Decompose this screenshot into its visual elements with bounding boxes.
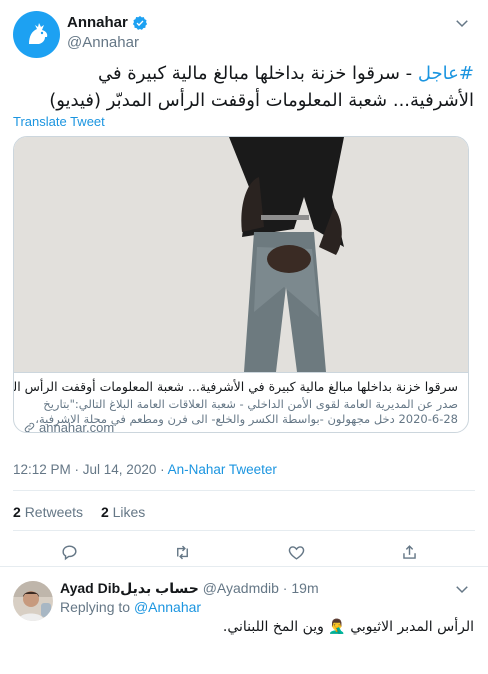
divider [13, 490, 475, 491]
reply-icon [61, 544, 77, 560]
share-icon [402, 544, 416, 559]
tweet-text: #عاجل - سرقوا خزنة بداخلها مبالغ مالية ك… [13, 60, 474, 114]
retweets-label: Retweets [24, 504, 84, 520]
reply-tweet[interactable]: Ayad Dibحساب بديل @Ayadmdib · 19m Replyi… [0, 568, 488, 674]
reply-time[interactable]: 19m [291, 580, 318, 596]
card-domain-text: annahar.com [39, 420, 115, 433]
retweet-icon [176, 545, 188, 559]
author-name-row[interactable]: Annahar [67, 14, 148, 31]
rooster-logo-icon [28, 22, 47, 44]
likes-label: Likes [112, 504, 146, 520]
reply-text: الرأس المدبر الاثيوبي 🤦‍♂️ وين المخ اللب… [222, 619, 474, 635]
retweet-button[interactable] [170, 540, 194, 564]
retweets-stat[interactable]: 2 Retweets [13, 504, 83, 520]
author-handle[interactable]: @Annahar [67, 34, 139, 51]
reply-avatar-image [13, 581, 53, 621]
hashtag-link[interactable]: #عاجل [418, 63, 474, 84]
reply-separator: · [278, 580, 292, 596]
tweet-stats: 2 Retweets 2 Likes [13, 504, 145, 520]
tweet-body: - سرقوا خزنة بداخلها مبالغ مالية كبيرة ف… [49, 63, 474, 111]
reply-display-name[interactable]: Ayad Dibحساب بديل [60, 580, 199, 596]
link-icon [24, 422, 35, 432]
card-title[interactable]: سرقوا خزنة بداخلها مبالغ مالية كبيرة في … [14, 379, 458, 394]
card-domain[interactable]: annahar.com [23, 420, 115, 433]
annahar-avatar[interactable] [13, 11, 60, 58]
reply-handle[interactable]: @Ayadmdib [203, 580, 279, 596]
link-card[interactable]: سرقوا خزنة بداخلها مبالغ مالية كبيرة في … [13, 136, 469, 433]
reply-avatar[interactable] [13, 581, 53, 621]
verified-badge-icon [132, 15, 147, 30]
reply-button[interactable] [57, 540, 81, 564]
likes-count: 2 [100, 504, 109, 520]
section-divider [0, 566, 488, 567]
share-button[interactable] [397, 540, 421, 564]
tweet-meta: 12:12 PM · Jul 14, 2020 · An-Nahar Tweet… [13, 462, 277, 477]
author-display-name[interactable]: Annahar [67, 14, 128, 31]
heart-icon [288, 545, 304, 560]
chevron-down-icon[interactable] [453, 14, 471, 32]
replying-to-link[interactable]: @Annahar [134, 599, 201, 615]
card-image [14, 137, 468, 372]
replying-to-prefix: Replying to [60, 599, 131, 615]
reply-header: Ayad Dibحساب بديل @Ayadmdib · 19m [60, 580, 319, 597]
chevron-down-icon[interactable] [453, 580, 471, 598]
replying-to: Replying to @Annahar [60, 599, 201, 615]
like-button[interactable] [284, 540, 308, 564]
retweets-count: 2 [13, 504, 21, 520]
meta-separator: · [156, 462, 168, 477]
card-body[interactable]: سرقوا خزنة بداخلها مبالغ مالية كبيرة في … [14, 372, 468, 433]
tweet-source[interactable]: An-Nahar Tweeter [168, 462, 277, 477]
translate-tweet-link[interactable]: Translate Tweet [13, 114, 105, 129]
divider [13, 530, 475, 531]
tweet-timestamp[interactable]: 12:12 PM · Jul 14, 2020 [13, 462, 156, 477]
likes-stat[interactable]: 2 Likes [101, 504, 145, 520]
